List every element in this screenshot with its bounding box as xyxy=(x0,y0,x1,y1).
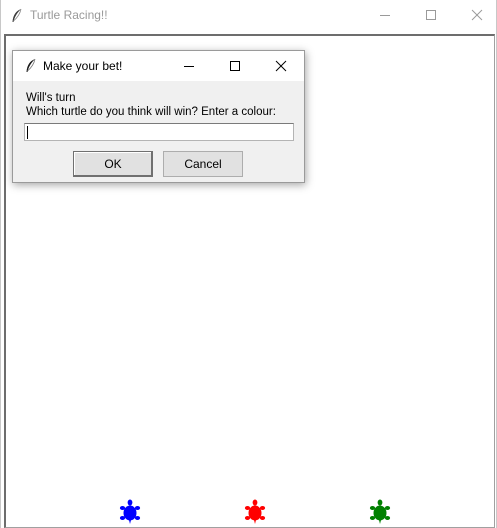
minimize-icon xyxy=(184,66,194,67)
cancel-button[interactable]: Cancel xyxy=(163,151,243,177)
turtle-shape xyxy=(244,499,266,524)
maximize-button[interactable] xyxy=(408,0,454,30)
maximize-icon xyxy=(426,10,436,20)
green-turtle xyxy=(369,499,391,524)
turtle-shape xyxy=(119,499,141,524)
minimize-button[interactable] xyxy=(362,0,408,30)
close-icon xyxy=(471,9,483,21)
bet-dialog: Make your bet! Will's turn Which turtle … xyxy=(12,50,305,183)
blue-turtle xyxy=(119,499,141,524)
close-icon xyxy=(275,60,287,72)
dialog-title: Make your bet! xyxy=(43,59,123,73)
dialog-titlebar[interactable]: Make your bet! xyxy=(13,51,304,81)
dialog-minimize-button[interactable] xyxy=(167,51,211,81)
maximize-icon xyxy=(230,61,240,71)
text-caret xyxy=(27,126,28,139)
prompt-line-question: Which turtle do you think will win? Ente… xyxy=(26,106,276,118)
close-button[interactable] xyxy=(454,0,497,30)
dialog-maximize-button[interactable] xyxy=(213,51,257,81)
red-turtle xyxy=(244,499,266,524)
feather-icon xyxy=(26,58,36,72)
window-title: Turtle Racing!! xyxy=(30,8,108,22)
main-titlebar[interactable]: Turtle Racing!! xyxy=(1,0,496,32)
dialog-close-button[interactable] xyxy=(259,51,303,81)
minimize-icon xyxy=(380,15,390,16)
prompt-line-turn: Will's turn xyxy=(26,92,76,104)
turtle-shape xyxy=(369,499,391,524)
colour-input[interactable] xyxy=(24,123,294,141)
feather-icon xyxy=(12,8,22,22)
dialog-prompt: Will's turn Which turtle do you think wi… xyxy=(26,91,276,119)
ok-button[interactable]: OK xyxy=(73,151,153,177)
